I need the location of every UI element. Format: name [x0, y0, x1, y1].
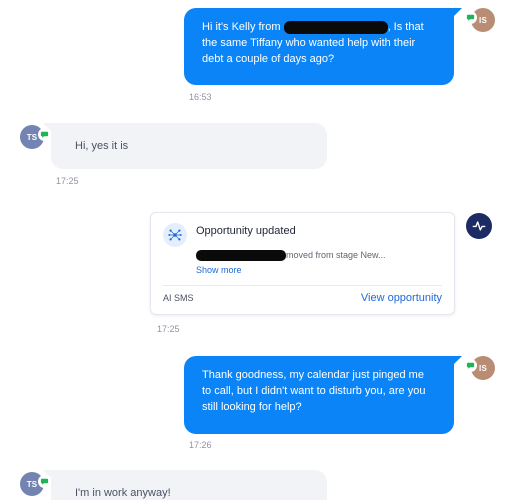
view-opportunity-link[interactable]: View opportunity — [361, 292, 442, 304]
sms-chat-icon — [465, 12, 476, 23]
user-avatar[interactable]: IS — [465, 356, 495, 380]
activity-source: AI SMS — [163, 293, 194, 303]
incoming-message-bubble: Hi, yes it is — [43, 123, 327, 169]
outgoing-message-bubble: Hi it's Kelly from , Is that the same Ti… — [184, 8, 462, 85]
bubble-tail — [43, 123, 53, 133]
activity-timestamp: 17:25 — [157, 324, 180, 334]
message-timestamp: 17:26 — [189, 440, 212, 450]
opportunity-activity-card: Opportunity updated moved from stage New… — [150, 212, 455, 315]
message-timestamp: 17:25 — [56, 176, 79, 186]
message-text: I'm in work anyway! — [75, 487, 171, 499]
sms-chat-icon — [465, 360, 476, 371]
contact-avatar[interactable]: TS — [20, 472, 50, 496]
activity-description-text: moved from stage New... — [286, 250, 386, 260]
message-text: Thank goodness, my calendar just pinged … — [202, 369, 426, 413]
card-divider — [163, 285, 442, 286]
avatar-initials: TS — [26, 132, 38, 142]
show-more-link[interactable]: Show more — [196, 265, 242, 275]
redacted-opportunity-name — [196, 250, 286, 262]
message-text: Hi, yes it is — [75, 140, 129, 152]
opportunity-hub-icon — [163, 223, 187, 247]
bubble-tail — [43, 470, 53, 480]
redacted-company-name — [283, 20, 388, 34]
avatar-initials: IS — [479, 363, 487, 373]
contact-avatar[interactable]: TS — [20, 125, 50, 149]
avatar-initials: TS — [26, 479, 38, 489]
activity-pulse-icon — [466, 213, 492, 239]
message-text-start: Hi it's Kelly from — [202, 21, 281, 33]
activity-title: Opportunity updated — [196, 225, 296, 237]
bubble-tail — [452, 356, 462, 366]
bubble-tail — [452, 8, 462, 18]
message-timestamp: 16:53 — [189, 92, 212, 102]
user-avatar[interactable]: IS — [465, 8, 495, 32]
outgoing-message-bubble: Thank goodness, my calendar just pinged … — [184, 356, 462, 434]
activity-description: moved from stage New... — [196, 250, 386, 262]
avatar-initials: IS — [479, 15, 487, 25]
incoming-message-bubble: I'm in work anyway! — [43, 470, 327, 500]
